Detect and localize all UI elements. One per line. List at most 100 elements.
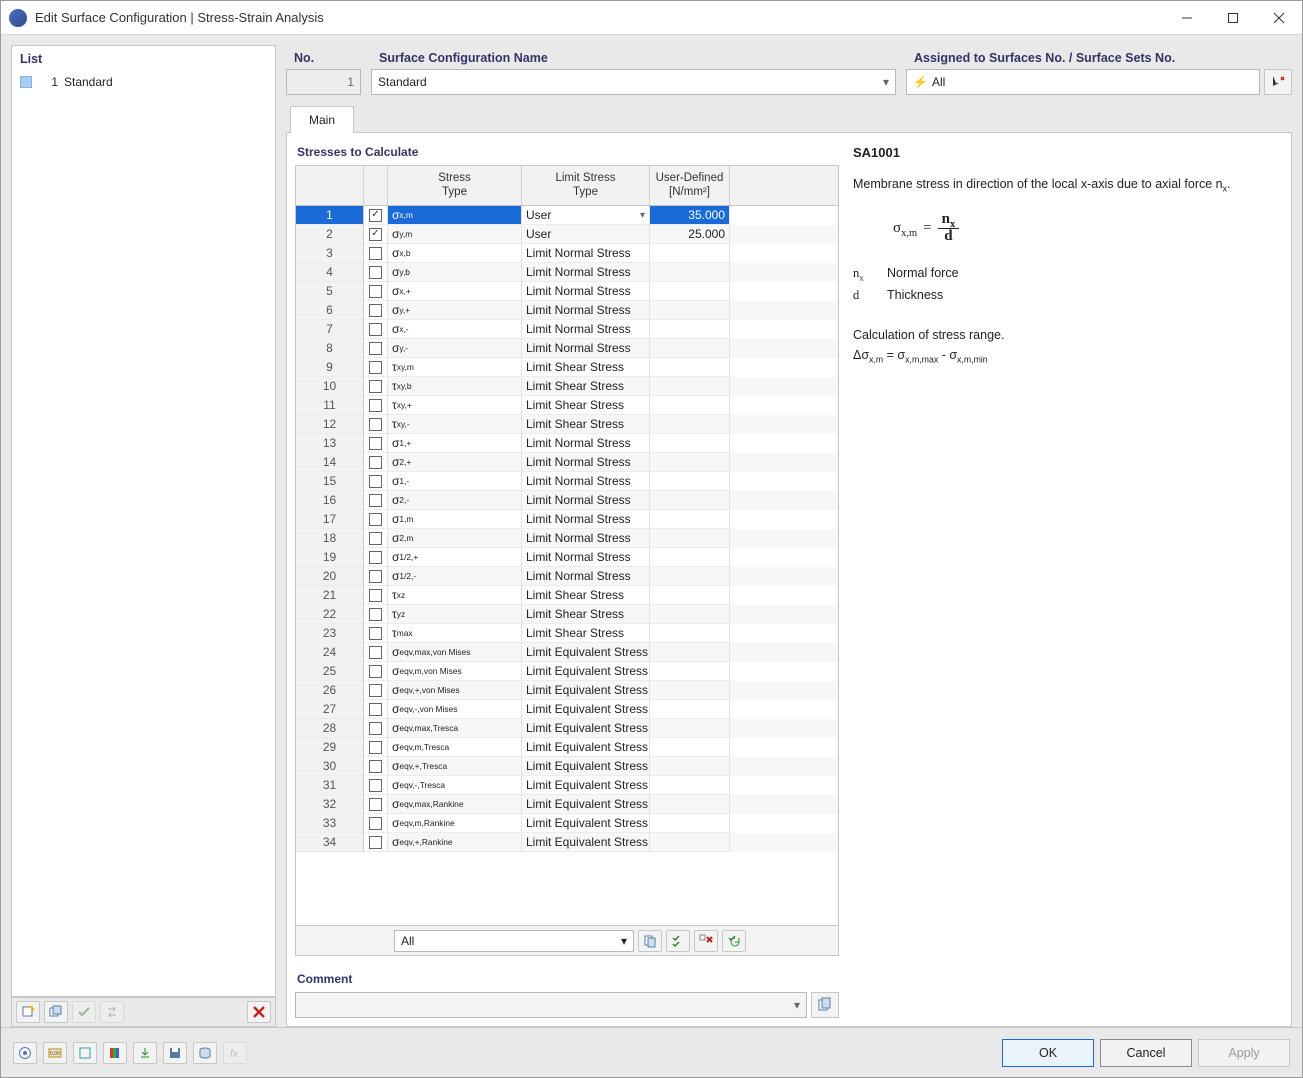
row-limit-type[interactable]: User▾: [522, 206, 650, 225]
row-user-defined[interactable]: [650, 643, 730, 662]
assign-input[interactable]: ⚡ All: [906, 69, 1260, 95]
row-user-defined[interactable]: [650, 776, 730, 795]
function-button[interactable]: fx: [223, 1042, 247, 1064]
table-row[interactable]: 15σ1,-Limit Normal Stress: [296, 472, 838, 491]
row-limit-type[interactable]: Limit Shear Stress: [522, 586, 650, 605]
row-user-defined[interactable]: [650, 358, 730, 377]
comment-library-button[interactable]: [811, 992, 839, 1018]
table-row[interactable]: 26σeqv,+,von MisesLimit Equivalent Stres…: [296, 681, 838, 700]
table-row[interactable]: 27σeqv,-,von MisesLimit Equivalent Stres…: [296, 700, 838, 719]
row-limit-type[interactable]: Limit Normal Stress: [522, 263, 650, 282]
row-user-defined[interactable]: [650, 320, 730, 339]
table-row[interactable]: 1σx,mUser▾35.000: [296, 206, 838, 225]
row-checkbox[interactable]: [364, 282, 388, 301]
row-checkbox[interactable]: [364, 225, 388, 244]
row-user-defined[interactable]: [650, 415, 730, 434]
row-checkbox[interactable]: [364, 624, 388, 643]
delete-item-button[interactable]: [247, 1001, 271, 1023]
row-user-defined[interactable]: [650, 244, 730, 263]
comment-combo[interactable]: ▾: [295, 992, 807, 1018]
row-limit-type[interactable]: Limit Shear Stress: [522, 624, 650, 643]
row-user-defined[interactable]: [650, 396, 730, 415]
row-limit-type[interactable]: Limit Normal Stress: [522, 567, 650, 586]
row-limit-type[interactable]: Limit Equivalent Stress: [522, 700, 650, 719]
row-checkbox[interactable]: [364, 358, 388, 377]
table-row[interactable]: 14σ2,+Limit Normal Stress: [296, 453, 838, 472]
row-limit-type[interactable]: Limit Equivalent Stress: [522, 738, 650, 757]
table-row[interactable]: 30σeqv,+,TrescaLimit Equivalent Stress: [296, 757, 838, 776]
table-row[interactable]: 6σy,+Limit Normal Stress: [296, 301, 838, 320]
row-user-defined[interactable]: [650, 757, 730, 776]
row-limit-type[interactable]: Limit Normal Stress: [522, 244, 650, 263]
table-row[interactable]: 23τmaxLimit Shear Stress: [296, 624, 838, 643]
row-user-defined[interactable]: [650, 282, 730, 301]
row-checkbox[interactable]: [364, 567, 388, 586]
table-row[interactable]: 34σeqv,+,RankineLimit Equivalent Stress: [296, 833, 838, 852]
table-row[interactable]: 5σx,+Limit Normal Stress: [296, 282, 838, 301]
row-user-defined[interactable]: [650, 263, 730, 282]
table-row[interactable]: 17σ1,mLimit Normal Stress: [296, 510, 838, 529]
row-limit-type[interactable]: Limit Equivalent Stress: [522, 719, 650, 738]
row-checkbox[interactable]: [364, 244, 388, 263]
table-row[interactable]: 32σeqv,max,RankineLimit Equivalent Stres…: [296, 795, 838, 814]
row-user-defined[interactable]: [650, 377, 730, 396]
table-row[interactable]: 7σx,-Limit Normal Stress: [296, 320, 838, 339]
row-checkbox[interactable]: [364, 472, 388, 491]
row-limit-type[interactable]: Limit Normal Stress: [522, 548, 650, 567]
table-row[interactable]: 9τxy,mLimit Shear Stress: [296, 358, 838, 377]
row-user-defined[interactable]: [650, 814, 730, 833]
row-checkbox[interactable]: [364, 529, 388, 548]
row-user-defined[interactable]: [650, 833, 730, 852]
row-limit-type[interactable]: Limit Normal Stress: [522, 491, 650, 510]
row-limit-type[interactable]: Limit Equivalent Stress: [522, 795, 650, 814]
row-user-defined[interactable]: [650, 472, 730, 491]
row-checkbox[interactable]: [364, 206, 388, 225]
row-limit-type[interactable]: Limit Equivalent Stress: [522, 814, 650, 833]
name-combo[interactable]: Standard ▾: [371, 69, 896, 95]
table-row[interactable]: 28σeqv,max,TrescaLimit Equivalent Stress: [296, 719, 838, 738]
row-limit-type[interactable]: Limit Shear Stress: [522, 396, 650, 415]
copy-table-button[interactable]: [638, 930, 662, 952]
table-row[interactable]: 16σ2,-Limit Normal Stress: [296, 491, 838, 510]
check-all-button[interactable]: [72, 1001, 96, 1023]
row-user-defined[interactable]: [650, 662, 730, 681]
row-limit-type[interactable]: Limit Normal Stress: [522, 453, 650, 472]
table-row[interactable]: 33σeqv,m,RankineLimit Equivalent Stress: [296, 814, 838, 833]
row-checkbox[interactable]: [364, 510, 388, 529]
row-user-defined[interactable]: [650, 795, 730, 814]
copy-item-button[interactable]: [44, 1001, 68, 1023]
row-user-defined[interactable]: [650, 491, 730, 510]
row-user-defined[interactable]: [650, 586, 730, 605]
row-limit-type[interactable]: Limit Normal Stress: [522, 339, 650, 358]
minimize-button[interactable]: [1164, 1, 1210, 34]
check-all-rows-button[interactable]: [666, 930, 690, 952]
row-user-defined[interactable]: 25.000: [650, 225, 730, 244]
row-checkbox[interactable]: [364, 548, 388, 567]
row-limit-type[interactable]: Limit Normal Stress: [522, 301, 650, 320]
cancel-button[interactable]: Cancel: [1100, 1039, 1192, 1067]
row-user-defined[interactable]: 35.000: [650, 206, 730, 225]
units-button[interactable]: 0,00: [43, 1042, 67, 1064]
row-checkbox[interactable]: [364, 757, 388, 776]
row-limit-type[interactable]: Limit Equivalent Stress: [522, 757, 650, 776]
row-checkbox[interactable]: [364, 320, 388, 339]
save-button[interactable]: [163, 1042, 187, 1064]
row-user-defined[interactable]: [650, 434, 730, 453]
row-checkbox[interactable]: [364, 586, 388, 605]
row-checkbox[interactable]: [364, 415, 388, 434]
row-limit-type[interactable]: Limit Equivalent Stress: [522, 776, 650, 795]
row-user-defined[interactable]: [650, 681, 730, 700]
row-limit-type[interactable]: Limit Normal Stress: [522, 472, 650, 491]
filter-combo[interactable]: All▾: [394, 930, 634, 952]
row-checkbox[interactable]: [364, 662, 388, 681]
row-limit-type[interactable]: Limit Equivalent Stress: [522, 643, 650, 662]
table-row[interactable]: 3σx,bLimit Normal Stress: [296, 244, 838, 263]
row-user-defined[interactable]: [650, 453, 730, 472]
reset-rows-button[interactable]: [722, 930, 746, 952]
row-checkbox[interactable]: [364, 795, 388, 814]
row-limit-type[interactable]: Limit Shear Stress: [522, 377, 650, 396]
table-row[interactable]: 2σy,mUser25.000: [296, 225, 838, 244]
help-button[interactable]: [13, 1042, 37, 1064]
row-user-defined[interactable]: [650, 301, 730, 320]
table-row[interactable]: 29σeqv,m,TrescaLimit Equivalent Stress: [296, 738, 838, 757]
